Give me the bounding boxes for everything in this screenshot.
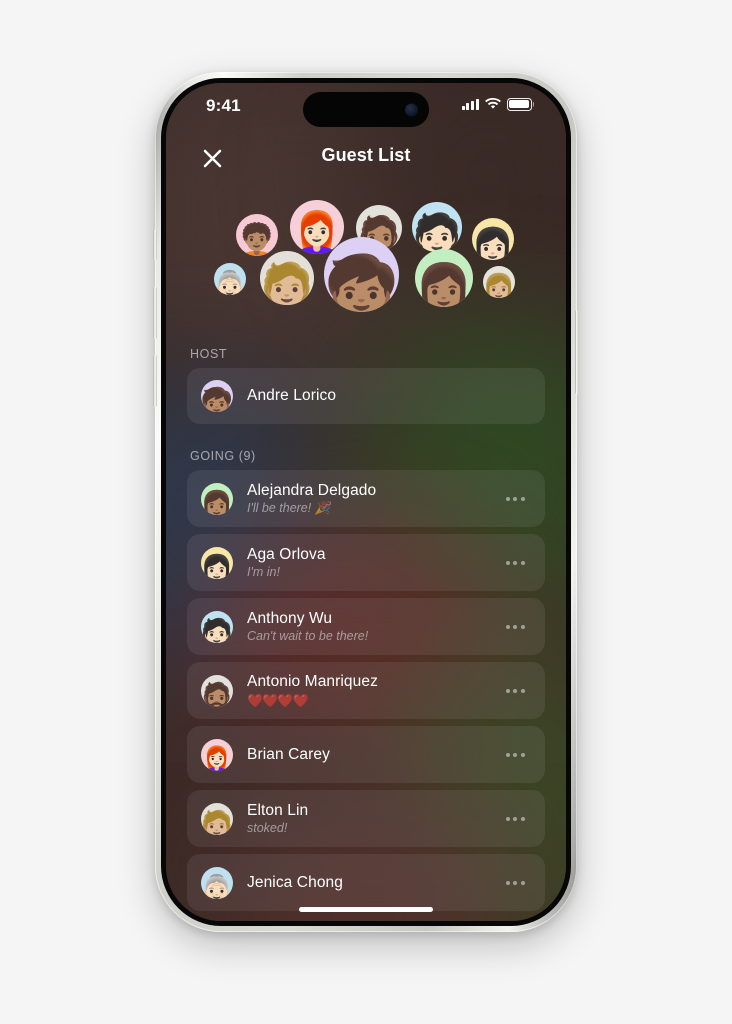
memoji-glyph: 👩🏻 bbox=[472, 227, 514, 260]
cluster-avatar[interactable]: 👩🏻 bbox=[472, 218, 514, 260]
row-avatar: 👵🏻 bbox=[201, 866, 233, 899]
more-horizontal-icon[interactable] bbox=[504, 681, 527, 701]
guest-reply: I'm in! bbox=[247, 564, 280, 579]
cluster-avatar[interactable]: 🧑🏽‍🦱 bbox=[236, 214, 278, 256]
action-button[interactable] bbox=[153, 230, 157, 260]
guest-reply: I'll be there! 🎉 bbox=[247, 500, 331, 515]
cluster-avatar[interactable]: 🧑🏻 bbox=[412, 202, 462, 252]
row-text: Elton Lin stoked! bbox=[247, 801, 504, 837]
guest-avatar-cluster: 🧑🏽‍🦱 👩🏻‍🦰 🧔🏽 🧑🏻 👩🏻 👵🏻 🧑🏼 🧒🏽 👩🏽 👩🏼 bbox=[166, 191, 566, 326]
row-avatar: 🧔🏽 bbox=[201, 674, 233, 707]
row-text: Jenica Chong bbox=[247, 873, 504, 892]
volume-down-button[interactable] bbox=[153, 355, 157, 407]
row-text: Andre Lorico bbox=[247, 386, 545, 405]
memoji-glyph: 🧑🏻 bbox=[201, 616, 233, 643]
guest-list-content[interactable]: HOST 🧒🏽 Andre Lorico GOING (9) 👩🏽 Alejandr… bbox=[166, 326, 566, 921]
more-horizontal-icon[interactable] bbox=[504, 745, 527, 765]
going-section-header: GOING (9) bbox=[190, 449, 256, 463]
memoji-glyph: 👵🏻 bbox=[201, 872, 233, 899]
more-horizontal-icon[interactable] bbox=[504, 809, 527, 829]
host-section-header: HOST bbox=[190, 347, 228, 361]
more-horizontal-icon[interactable] bbox=[504, 489, 527, 509]
phone-screen: 9:41 Guest List 🧑🏽‍🦱👩🏻‍ bbox=[166, 83, 566, 921]
memoji-glyph: 🧑🏼 bbox=[260, 262, 314, 306]
memoji-glyph: 🧒🏽 bbox=[324, 253, 399, 313]
host-row-list: 🧒🏽 Andre Lorico bbox=[166, 368, 566, 424]
home-indicator[interactable] bbox=[299, 907, 433, 912]
more-horizontal-icon[interactable] bbox=[504, 873, 527, 893]
navigation-bar: Guest List bbox=[166, 139, 566, 179]
memoji-glyph: 👩🏽 bbox=[415, 261, 473, 307]
memoji-glyph: 👩🏼 bbox=[483, 272, 515, 298]
guest-name: Elton Lin bbox=[247, 801, 309, 819]
cluster-avatar[interactable]: 👩🏼 bbox=[483, 266, 515, 298]
memoji-glyph: 🧑🏼 bbox=[201, 808, 233, 835]
guest-reply: ❤️❤️❤️❤️ bbox=[247, 692, 309, 708]
cluster-avatar[interactable]: 👵🏻 bbox=[214, 263, 246, 295]
guest-row[interactable]: 👩🏻‍🦰 Brian Carey bbox=[187, 726, 545, 783]
more-horizontal-icon[interactable] bbox=[504, 553, 527, 573]
memoji-glyph: 🧑🏻 bbox=[412, 213, 462, 252]
going-section: GOING (9) 👩🏽 Alejandra Delgado I'll be the… bbox=[166, 424, 566, 911]
row-avatar: 🧑🏻 bbox=[201, 610, 233, 643]
guest-name: Antonio Manriquez bbox=[247, 673, 378, 691]
volume-up-button[interactable] bbox=[153, 287, 157, 339]
guest-row[interactable]: 🧑🏼 Elton Lin stoked! bbox=[187, 790, 545, 847]
guest-reply: stoked! bbox=[247, 820, 288, 835]
guest-row[interactable]: 👩🏻 Aga Orlova I'm in! bbox=[187, 534, 545, 591]
memoji-glyph: 🧑🏽‍🦱 bbox=[236, 223, 278, 256]
row-avatar: 👩🏽 bbox=[201, 482, 233, 515]
memoji-glyph: 🧔🏽 bbox=[201, 680, 233, 707]
row-text: Alejandra Delgado I'll be there! 🎉 bbox=[247, 481, 504, 517]
more-horizontal-icon[interactable] bbox=[504, 617, 527, 637]
guest-row[interactable]: 🧔🏽 Antonio Manriquez ❤️❤️❤️❤️ bbox=[187, 662, 545, 719]
row-avatar: 👩🏻 bbox=[201, 546, 233, 579]
host-section: HOST 🧒🏽 Andre Lorico bbox=[166, 326, 566, 424]
row-text: Brian Carey bbox=[247, 745, 504, 764]
guest-name: Jenica Chong bbox=[247, 873, 343, 891]
memoji-glyph: 👩🏻 bbox=[201, 552, 233, 579]
cluster-avatar[interactable]: 👩🏽 bbox=[415, 249, 473, 307]
memoji-glyph: 👩🏽 bbox=[201, 488, 233, 515]
guest-row[interactable]: 👩🏽 Alejandra Delgado I'll be there! 🎉 bbox=[187, 470, 545, 527]
guest-name: Anthony Wu bbox=[247, 609, 333, 627]
guest-name: Aga Orlova bbox=[247, 545, 326, 563]
row-text: Aga Orlova I'm in! bbox=[247, 545, 504, 581]
memoji-glyph: 🧒🏽 bbox=[201, 386, 233, 412]
host-row[interactable]: 🧒🏽 Andre Lorico bbox=[187, 368, 545, 424]
guest-name: Andre Lorico bbox=[247, 387, 337, 405]
row-text: Anthony Wu Can't wait to be there! bbox=[247, 609, 504, 645]
guest-name: Brian Carey bbox=[247, 745, 330, 763]
row-avatar: 👩🏻‍🦰 bbox=[201, 738, 233, 771]
guest-row[interactable]: 🧑🏻 Anthony Wu Can't wait to be there! bbox=[187, 598, 545, 655]
guest-row[interactable]: 👵🏻 Jenica Chong bbox=[187, 854, 545, 911]
guest-reply: Can't wait to be there! bbox=[247, 628, 369, 643]
cluster-avatar[interactable]: 🧒🏽 bbox=[324, 237, 399, 312]
cluster-avatar[interactable]: 🧑🏼 bbox=[260, 251, 314, 305]
memoji-glyph: 👩🏻‍🦰 bbox=[201, 744, 233, 771]
power-button[interactable] bbox=[575, 310, 579, 394]
memoji-glyph: 👵🏻 bbox=[214, 269, 246, 295]
guest-name: Alejandra Delgado bbox=[247, 481, 377, 499]
row-text: Antonio Manriquez ❤️❤️❤️❤️ bbox=[247, 672, 504, 709]
row-avatar: 🧑🏼 bbox=[201, 802, 233, 835]
page-title: Guest List bbox=[321, 145, 411, 165]
going-row-list: 👩🏽 Alejandra Delgado I'll be there! 🎉 👩🏻 Aga… bbox=[166, 470, 566, 911]
row-avatar: 🧒🏽 bbox=[201, 380, 233, 412]
